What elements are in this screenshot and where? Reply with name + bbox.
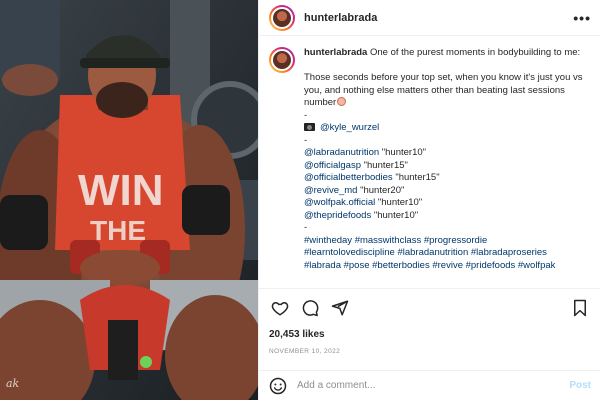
post-date[interactable]: NOVEMBER 10, 2022 — [269, 348, 591, 355]
discount-code: "hunter10" — [381, 147, 427, 158]
code-line: @officialbetterbodies "hunter15" — [304, 172, 591, 185]
photo-credit-line: @kyle_wurzel — [304, 122, 591, 135]
mention-link[interactable]: @revive_md — [304, 185, 357, 196]
caption-section: hunterlabrada One of the purest moments … — [259, 37, 600, 288]
code-line: @officialgasp "hunter15" — [304, 160, 591, 173]
mention-link[interactable]: @officialgasp — [304, 160, 361, 171]
dash-line: - — [304, 134, 308, 146]
bodybuilder-photo: WIN THE — [0, 0, 258, 400]
hashtags-line[interactable]: #labrada #pose #betterbodies #revive #pr… — [304, 260, 591, 273]
photo-credit-link[interactable]: @kyle_wurzel — [320, 122, 379, 133]
discount-code: "hunter10" — [373, 209, 419, 221]
ellipsis-icon[interactable]: ••• — [573, 10, 591, 26]
post-comment-button[interactable]: Post — [569, 380, 591, 391]
heart-icon[interactable] — [269, 297, 291, 319]
author-username[interactable]: hunterlabrada — [304, 12, 377, 24]
dash-line: - — [304, 222, 308, 233]
svg-text:WIN: WIN — [78, 166, 164, 215]
photographer-signature: ak — [6, 377, 20, 390]
caption-username[interactable]: hunterlabrada — [304, 47, 367, 58]
post-actions: 20,453 likes NOVEMBER 10, 2022 — [259, 288, 600, 355]
comment-icon[interactable] — [299, 297, 321, 319]
discount-code: "hunter20" — [360, 184, 405, 196]
facepunch-emoji-icon — [337, 97, 347, 106]
discount-code: "hunter10" — [377, 197, 423, 208]
bookmark-icon[interactable] — [569, 297, 591, 319]
caption-avatar[interactable] — [269, 47, 295, 73]
like-count[interactable]: 20,453 likes — [269, 329, 591, 340]
caption-intro: One of the purest moments in bodybuildin… — [370, 47, 581, 58]
code-line: @labradanutrition "hunter10" — [304, 147, 591, 160]
discount-code: "hunter15" — [395, 172, 440, 183]
post-detail-panel: hunterlabrada ••• hunterlabrada One of t… — [258, 0, 600, 400]
mention-link[interactable]: @officialbetterbodies — [304, 172, 393, 183]
smiley-icon[interactable] — [269, 377, 287, 395]
post-photo[interactable]: WIN THE ak — [0, 0, 258, 400]
code-line: @wolfpak.official "hunter10" — [304, 197, 591, 210]
code-line: @thepridefoods "hunter10" — [304, 210, 591, 223]
code-line: @revive_md "hunter20" — [304, 185, 591, 198]
share-icon[interactable] — [329, 297, 351, 319]
avatar[interactable] — [269, 4, 295, 31]
comment-bar: Post — [259, 370, 600, 400]
post-header: hunterlabrada ••• — [259, 0, 600, 36]
mention-link[interactable]: @labradanutrition — [304, 147, 379, 158]
svg-text:THE: THE — [90, 215, 146, 246]
caption-text: hunterlabrada One of the purest moments … — [304, 47, 591, 272]
caption-first-line: hunterlabrada One of the purest moments … — [304, 47, 591, 60]
hashtags-line[interactable]: #learntolovediscipline #labradanutrition… — [304, 247, 591, 260]
caption-row: hunterlabrada One of the purest moments … — [269, 47, 591, 272]
comment-input[interactable] — [297, 380, 564, 391]
caption-paragraph: Those seconds before your top set, when … — [304, 72, 591, 110]
discount-code: "hunter15" — [363, 159, 408, 171]
dash-line: - — [304, 109, 308, 121]
hashtags-line[interactable]: #wintheday #masswithclass #progressordie — [304, 235, 591, 248]
mention-link[interactable]: @thepridefoods — [304, 210, 371, 221]
action-icon-row — [269, 297, 591, 319]
camera-icon — [304, 123, 315, 131]
mention-link[interactable]: @wolfpak.official — [304, 197, 375, 208]
